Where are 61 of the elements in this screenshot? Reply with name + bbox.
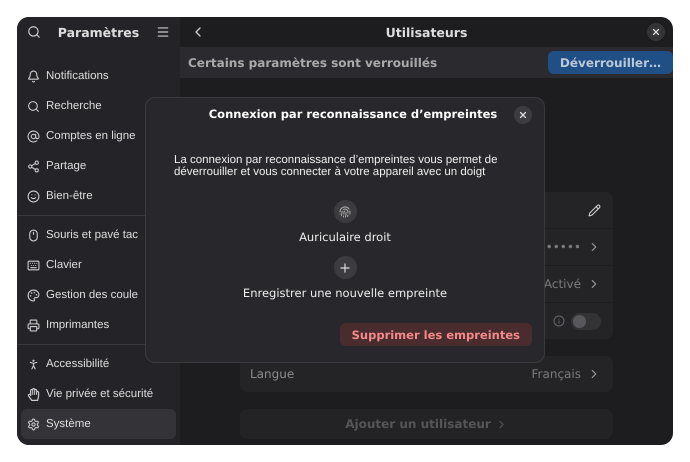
sidebar-item[interactable]: Comptes en ligne (21, 121, 176, 151)
hand-icon (27, 388, 40, 400)
fingerprint-icon (339, 206, 351, 218)
close-icon (518, 110, 528, 120)
smile-icon (27, 190, 40, 202)
row-value: Français (532, 367, 581, 381)
item-label: Recherche (46, 100, 102, 112)
search-icon[interactable] (27, 25, 41, 39)
sidebar-item[interactable]: Système (21, 409, 176, 439)
mouse-icon (27, 228, 40, 242)
item-label: Bien-être (46, 190, 93, 202)
fingerprint-label: Auriculaire droit (299, 230, 391, 244)
close-button[interactable] (647, 23, 665, 41)
banner-text: Certains paramètres sont verrouillés (188, 56, 438, 70)
sidebar-item[interactable]: Imprimantes (21, 310, 176, 340)
row-value: ••••• (546, 240, 581, 254)
sidebar-title: Paramètres (58, 24, 140, 40)
row-value: Activé (544, 277, 581, 291)
add-label: Enregistrer une nouvelle empreinte (242, 286, 448, 300)
bell-icon (27, 70, 40, 82)
sidebar-item[interactable]: Gestion des coule (21, 280, 176, 310)
delete-button[interactable]: Supprimer les empreintes (340, 323, 532, 346)
item-label: Accessibilité (46, 358, 110, 370)
item-label: Partage (46, 160, 86, 172)
plus-icon (338, 260, 352, 274)
item-label: Clavier (46, 259, 82, 271)
unlock-button[interactable]: Déverrouiller… (548, 51, 673, 74)
item-label: Notifications (46, 70, 109, 82)
keyboard-icon (27, 258, 40, 272)
close-icon (651, 27, 661, 37)
info-icon[interactable] (553, 315, 565, 327)
menu-icon[interactable] (156, 25, 170, 39)
page-title: Utilisateurs (386, 24, 468, 40)
sidebar-item[interactable]: Accessibilité (21, 349, 176, 379)
person-icon (27, 358, 40, 370)
item-label: Imprimantes (46, 319, 110, 331)
item-label: Comptes en ligne (46, 130, 136, 142)
item-label: Souris et pavé tac (46, 229, 138, 241)
toggle-switch[interactable] (571, 312, 601, 330)
fingerprint-button[interactable] (334, 200, 356, 223)
close-button[interactable] (514, 106, 532, 124)
dialog-title: Connexion par reconnaissance d’empreintes (208, 107, 498, 121)
item-label: Gestion des coule (46, 289, 138, 301)
sidebar-item[interactable]: Clavier (21, 250, 176, 280)
pencil-icon[interactable] (588, 204, 601, 216)
dialog-description: La connexion par reconnaissance d’empreintes vous permet de déverrouiller et vous connecter à votre appareil avec un doigt (174, 154, 498, 178)
printer-icon (27, 318, 40, 332)
item-label: Vie privée et sécurité (46, 388, 154, 400)
palette-icon (27, 288, 40, 302)
item-label: Système (46, 418, 91, 430)
gear-icon (27, 418, 40, 430)
add-button[interactable] (334, 256, 356, 279)
sidebar-item[interactable]: Bien-être (21, 181, 176, 211)
share-icon (27, 160, 40, 172)
sidebar-item[interactable]: Recherche (21, 91, 176, 121)
sidebar-item[interactable]: Notifications (21, 61, 176, 91)
search-icon (27, 100, 40, 112)
sidebar-item[interactable]: Souris et pavé tac (21, 220, 176, 250)
sidebar-item[interactable]: Vie privée et sécurité (21, 379, 176, 409)
row-label: Langue (250, 367, 294, 381)
at-sign-icon (27, 130, 40, 142)
